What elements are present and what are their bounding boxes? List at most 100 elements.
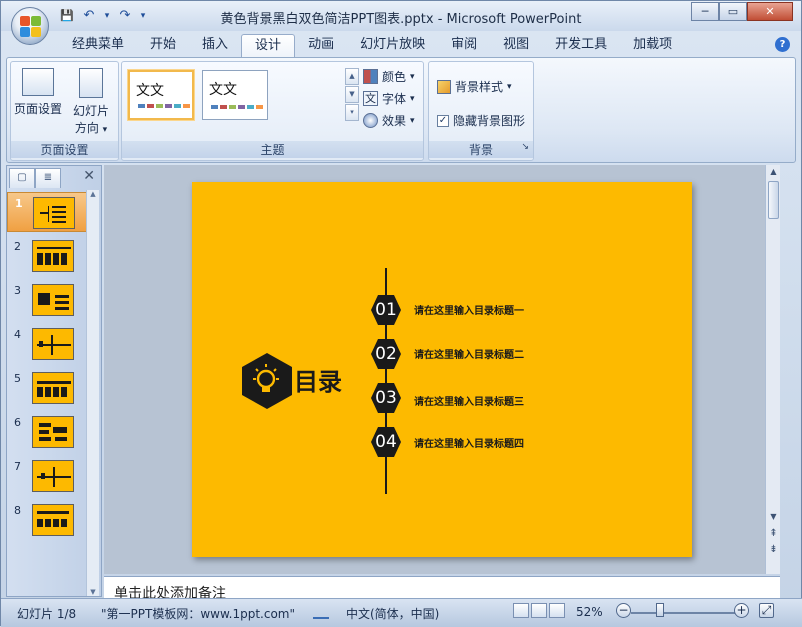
dialog-launcher-icon[interactable]: ↘ (521, 142, 529, 152)
item-number-badge: 02 (370, 338, 402, 370)
background-styles-button[interactable]: 背景样式 ▾ (437, 78, 512, 95)
toc-item-2: 请在这里输入目录标题二 (414, 350, 524, 361)
slideshow-view-button[interactable] (549, 603, 565, 618)
tab-developer[interactable]: 开发工具 (542, 34, 620, 58)
zoom-slider[interactable] (631, 612, 741, 614)
slide-thumbnail[interactable]: 2 (7, 236, 87, 276)
slide-title: 目录 (294, 368, 342, 396)
slide-editing-area: 目录 01 请在这里输入目录标题一 02 请在这里输入目录标题二 03 请在这里… (104, 165, 780, 574)
tab-home[interactable]: 开始 (137, 34, 189, 58)
orientation-sub-label: 方向 (74, 121, 99, 135)
gallery-up-icon[interactable]: ▲ (345, 68, 359, 85)
background-group-title: 背景 (468, 143, 493, 157)
tab-animations[interactable]: 动画 (295, 34, 347, 58)
language-indicator[interactable]: 中文(简体，中国) (346, 605, 439, 622)
spell-check-icon[interactable] (313, 605, 329, 619)
slide-thumbnail[interactable]: 7 (7, 456, 87, 496)
item-number: 02 (375, 344, 397, 364)
slide-thumbnail-number: 7 (14, 460, 21, 473)
tab-view[interactable]: 视图 (490, 34, 542, 58)
tab-outline[interactable]: ≣ (35, 168, 61, 188)
lightbulb-hexagon-icon (242, 353, 292, 409)
maximize-button[interactable]: ▭ (719, 2, 747, 21)
scroll-up-icon[interactable]: ▲ (766, 165, 781, 179)
slide-thumbnail[interactable]: 1 (7, 192, 87, 232)
title-bar: 💾 ↶ ▾ ↷ ▾ 黄色背景黑白双色简洁PPT图表.pptx - Microso… (1, 1, 801, 31)
minimize-button[interactable]: ─ (691, 2, 719, 21)
theme-colors-button[interactable]: 颜色 ▾ (363, 68, 415, 85)
help-icon[interactable]: ? (775, 37, 790, 52)
zoom-in-button[interactable]: + (734, 603, 749, 618)
previous-slide-icon[interactable]: ⇞ (766, 527, 781, 541)
hide-background-graphics-option[interactable]: ✓ 隐藏背景图形 (437, 112, 525, 129)
scroll-down-icon[interactable]: ▼ (87, 588, 99, 596)
slide-thumbnail-number: 5 (14, 372, 21, 385)
slide-thumbnail-image (32, 372, 74, 404)
slide-thumbnail-image (32, 284, 74, 316)
tab-slideshow[interactable]: 幻灯片放映 (347, 34, 438, 58)
tab-design[interactable]: 设计 (241, 34, 296, 58)
item-number: 04 (375, 432, 397, 452)
scroll-thumb[interactable] (768, 181, 779, 219)
fonts-icon: 文 (363, 91, 378, 106)
title-hexagon (240, 352, 294, 410)
slide-thumbnail-number: 6 (14, 416, 21, 429)
tab-slides[interactable]: ▢ (9, 168, 35, 188)
scroll-up-icon[interactable]: ▲ (87, 190, 99, 198)
background-group-label: 背景 ↘ (429, 141, 533, 158)
slide-thumbnail[interactable]: 4 (7, 324, 87, 364)
tab-classic-menu[interactable]: 经典菜单 (59, 34, 137, 58)
slide-canvas[interactable]: 目录 01 请在这里输入目录标题一 02 请在这里输入目录标题二 03 请在这里… (192, 182, 692, 557)
orientation-label: 幻灯片 (72, 104, 109, 118)
page-setup-label: 页面设置 (13, 102, 62, 116)
chevron-down-icon: ▾ (410, 115, 415, 126)
page-setup-button[interactable]: 页面设置 (13, 68, 63, 117)
zoom-level[interactable]: 52% (576, 605, 603, 619)
page-setup-group-label: 页面设置 (11, 141, 118, 158)
tab-insert[interactable]: 插入 (189, 34, 241, 58)
slide-thumbnail[interactable]: 3 (7, 280, 87, 320)
effects-icon (363, 113, 378, 128)
toc-item-1: 请在这里输入目录标题一 (414, 306, 524, 317)
slides-pane-scrollbar[interactable]: ▲ ▼ (86, 190, 99, 596)
themes-group: 文文 文文 ▲ ▼ ▾ 颜色 ▾ 文 字体 ▾ 效果 ▾ 主题 (121, 61, 424, 161)
toc-item-3: 请在这里输入目录标题三 (414, 397, 524, 408)
scroll-down-icon[interactable]: ▼ (766, 510, 781, 524)
slide-thumbnail[interactable]: 8 (7, 500, 87, 540)
item-number-badge: 03 (370, 382, 402, 414)
item-number-badge: 01 (370, 294, 402, 326)
slide-sorter-view-button[interactable] (531, 603, 547, 618)
theme-effects-button[interactable]: 效果 ▾ (363, 112, 415, 129)
effects-label: 效果 (382, 114, 407, 128)
theme-thumbnail-2[interactable]: 文文 (202, 70, 268, 120)
fit-to-window-icon[interactable]: ⤢ (759, 603, 774, 618)
tab-addins[interactable]: 加载项 (620, 34, 685, 58)
theme-thumbnail-1[interactable]: 文文 (128, 70, 194, 120)
zoom-out-button[interactable]: − (616, 603, 631, 618)
zoom-slider-knob[interactable] (656, 603, 664, 617)
slide-thumbnail-image (32, 504, 74, 536)
next-slide-icon[interactable]: ⇟ (766, 543, 781, 557)
notes-pane[interactable]: 单击此处添加备注 (104, 576, 780, 602)
slide-thumbnail[interactable]: 6 (7, 412, 87, 452)
hide-background-checkbox[interactable]: ✓ (437, 114, 449, 127)
slide-orientation-button[interactable]: 幻灯片 方向 ▾ (67, 68, 115, 136)
slide-thumbnail-image (32, 328, 74, 360)
slide-thumbnail[interactable]: 5 (7, 368, 87, 408)
gallery-down-icon[interactable]: ▼ (345, 86, 359, 103)
chevron-down-icon: ▾ (102, 125, 108, 135)
office-button[interactable] (11, 7, 49, 45)
tab-review[interactable]: 审阅 (438, 34, 490, 58)
gallery-more-icon[interactable]: ▾ (345, 104, 359, 121)
colors-icon (363, 69, 378, 84)
status-bar: 幻灯片 1/8 "第一PPT模板网：www.1ppt.com" 中文(简体，中国… (1, 598, 802, 627)
slide-thumbnail-number: 1 (15, 197, 23, 210)
background-styles-label: 背景样式 (455, 80, 504, 94)
main-vertical-scrollbar[interactable]: ▲ ▼ ⇞ ⇟ (765, 165, 780, 574)
close-pane-icon[interactable]: ✕ (83, 168, 95, 184)
chevron-down-icon: ▾ (410, 71, 415, 82)
normal-view-button[interactable] (513, 603, 529, 618)
theme-fonts-button[interactable]: 文 字体 ▾ (363, 90, 415, 107)
close-button[interactable]: ✕ (747, 2, 793, 21)
theme-sample-text: 文文 (209, 82, 237, 98)
